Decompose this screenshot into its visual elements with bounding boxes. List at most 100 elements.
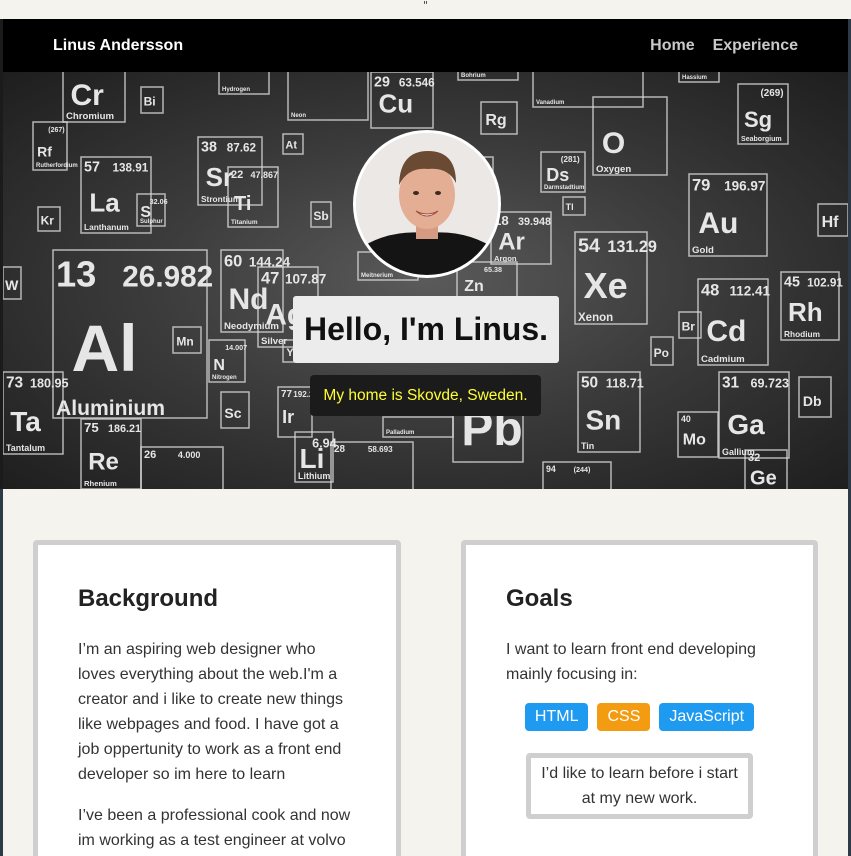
element-symbol: Cu [378,88,413,118]
element-symbol: Db [803,393,822,409]
element-symbol: Sn [585,405,621,436]
element-symbol: Sc [224,405,241,421]
element-name: Argon [494,254,517,263]
tag-html[interactable]: HTML [524,703,589,731]
element-symbol: Hf [822,214,840,231]
element-number: 32 [748,452,760,464]
element-symbol: Rg [485,112,506,129]
element-number: 57 [84,159,100,175]
element-mass: 58.693 [368,445,393,454]
element-symbol: Cr [70,79,104,112]
background-paragraph-1: I’m an aspiring web designer who loves e… [78,641,344,783]
element-mass: (267) [48,127,64,134]
element-number: 22 [231,169,243,181]
hero-title: Hello, I'm Linus. [293,296,559,363]
element-mass: 69.723 [751,376,790,390]
element-number: 79 [692,177,710,195]
element-symbol: Sb [313,209,328,223]
element-symbol: Rh [788,297,823,327]
element-symbol: Zn [464,278,484,295]
window-top-strip: " [0,0,851,19]
element-mass: (269) [761,88,784,99]
goals-card: Goals I want to learn front end developi… [461,540,818,856]
element-mass: 26.982 [122,260,213,293]
element-symbol: Au [698,207,738,240]
window-edge-left-lower [0,489,3,856]
element-symbol: Xe [584,265,628,306]
element-number: 50 [581,374,598,391]
goals-note: I’d like to learn before i start at my n… [526,753,753,819]
brand-name[interactable]: Linus Andersson [53,37,183,55]
nav-link-home[interactable]: Home [650,37,694,55]
element-symbol: Ta [10,406,41,437]
element-number: 60 [224,253,242,271]
element-mass: 39.948 [518,216,551,228]
element-symbol: Nd [228,283,268,316]
element-mass: 196.97 [724,179,765,194]
element-name: Xenon [578,312,613,324]
element-symbol: Re [88,448,119,475]
element-mass: 118.71 [606,376,644,390]
element-number: 45 [784,274,800,290]
element-name: Bohrium [461,73,486,79]
element-name: Cadmium [701,354,745,365]
element-name: Seaborgium [741,136,782,143]
element-symbol: Po [654,346,669,360]
element-mass: 47.867 [251,170,279,180]
element-name: Lithium [298,471,330,481]
element-number: 26 [144,449,156,461]
element-symbol: Mn [176,335,193,349]
element-symbol: Kr [41,213,55,227]
element-symbol: At [285,139,297,151]
element-number: 40 [681,414,691,424]
element-name: Hassium [682,75,707,81]
goals-intro: I want to learn front end developing mai… [506,641,756,683]
element-mass: 144.24 [249,255,291,270]
element-mass: 180.95 [30,376,69,390]
element-symbol: Ti [234,193,251,215]
element-number: 38 [201,139,217,155]
element-mass: 87.62 [227,141,257,154]
element-number: 54 [578,235,600,257]
element-name: Oxygen [596,164,631,175]
element-name: Tantalum [6,443,45,453]
element-name: Aluminium [56,397,165,420]
element-symbol: Sg [744,107,772,132]
element-name: Palladium [386,430,414,436]
element-mass: 4.000 [178,450,201,460]
element-mass: 14.007 [225,343,247,352]
element-symbol: Ds [546,165,569,185]
element-symbol: Br [682,320,696,334]
element-symbol: Al [71,311,137,385]
nav-link-experience[interactable]: Experience [713,37,798,55]
element-symbol: Li [300,443,325,474]
element-name: Vanadium [536,100,564,106]
element-mass: (281) [561,155,580,164]
tag-javascript[interactable]: JavaScript [659,703,755,731]
background-heading: Background [78,585,219,612]
element-symbol: La [89,188,120,218]
background-paragraph-2: I’ve been a professional cook and now im… [78,807,351,849]
element-number: 77 [281,389,292,400]
element-symbol: Bi [144,95,156,109]
element-name: Darmstadtium [544,185,584,191]
tag-css[interactable]: CSS [597,703,651,731]
element-number: 94 [546,464,556,474]
element-symbol: Sr [206,162,233,192]
hero-banner: Cr Chromium Bi Hydrogen Neon 29 63.546 Cu Bohriu… [3,72,848,489]
element-name: Rhenium [84,479,117,488]
background-card: Background I’m an aspiring web designer … [33,540,401,856]
element-name: Gold [692,245,714,256]
element-symbol: Ge [750,468,777,489]
element-number: 75 [84,420,99,435]
element-symbol: Ar [498,228,525,255]
element-name: Hydrogen [222,87,250,93]
element-mass: 32.06 [150,197,168,206]
element-name: Meitnerium [361,273,393,279]
hero-subtitle: My home is Skovde, Sweden. [310,375,541,416]
element-name: Nitrogen [212,375,237,381]
element-name: Lanthanum [84,222,129,232]
element-symbol: N [213,357,225,374]
element-name: Silver [261,336,287,347]
element-number: 48 [701,282,719,300]
